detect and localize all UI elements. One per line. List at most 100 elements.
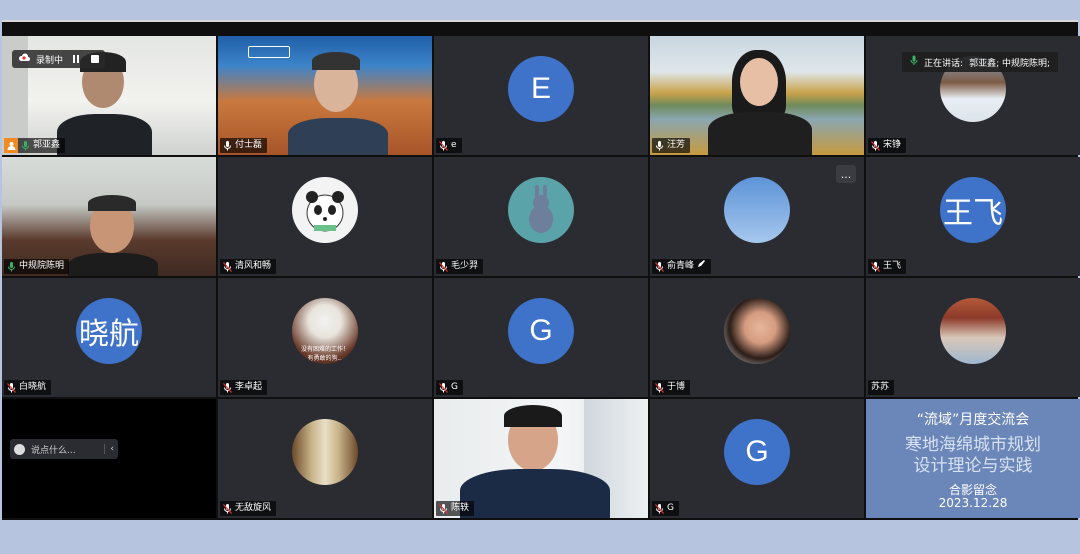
participant-nametag: 白晓航	[4, 380, 52, 395]
emoji-icon[interactable]	[14, 443, 25, 455]
mic-muted-icon	[655, 503, 664, 514]
mic-icon	[7, 261, 16, 272]
participant-nametag: 付士磊	[220, 138, 268, 153]
mic-muted-icon	[655, 261, 664, 272]
cloud-record-icon	[18, 53, 30, 65]
participant-name: 汪芳	[667, 140, 686, 150]
video-tile[interactable]: 清风和畅	[218, 157, 432, 276]
mic-muted-icon	[439, 261, 448, 272]
video-tile[interactable]: G G	[650, 399, 864, 518]
mic-muted-icon	[655, 382, 664, 393]
slide-subtitle: 寒地海绵城市规划 设计理论与实践	[866, 435, 1080, 477]
participant-nametag: 汪芳	[652, 138, 691, 153]
slide-subtitle-line1: 寒地海绵城市规划	[905, 435, 1041, 455]
active-speaker-indicator: 正在讲话: 郭亚鑫; 中规院陈明;	[902, 52, 1058, 72]
video-tile[interactable]: E e	[434, 36, 648, 155]
participant-avatar	[292, 176, 358, 243]
collapse-chevron-icon[interactable]: ‹	[104, 444, 114, 454]
video-tile[interactable]: 苏苏	[866, 278, 1080, 397]
mic-muted-icon	[7, 382, 16, 393]
video-tile[interactable]: 付士磊	[218, 36, 432, 155]
participant-name: 郭亚鑫	[33, 140, 61, 150]
slide-subtitle-line2: 设计理论与实践	[913, 456, 1033, 476]
mic-muted-icon	[871, 140, 880, 151]
mic-muted-icon	[223, 503, 232, 514]
participant-nametag: 毛少羿	[436, 259, 484, 274]
mic-muted-icon	[439, 503, 448, 514]
video-tile[interactable]: G G	[434, 278, 648, 397]
mic-muted-icon	[439, 382, 448, 393]
participant-nametag: 李卓起	[220, 380, 268, 395]
mic-icon	[21, 140, 30, 151]
participant-avatar	[292, 418, 358, 485]
slide-title: “流域”月度交流会	[916, 412, 1030, 428]
mic-muted-icon	[223, 261, 232, 272]
participant-name: 中规院陈明	[19, 261, 65, 271]
participant-name: 无敌旋风	[235, 503, 272, 513]
participant-name: 清风和畅	[235, 261, 272, 271]
mic-muted-icon	[871, 261, 880, 272]
participant-nametag: 宋铮	[868, 138, 907, 153]
participant-nametag: 王飞	[868, 259, 907, 274]
participant-name: 付士磊	[235, 140, 263, 150]
participant-avatar: 王飞	[940, 176, 1006, 243]
video-tile[interactable]: 毛少羿	[434, 157, 648, 276]
participant-nametag: e	[436, 138, 462, 153]
participant-name: 毛少羿	[451, 261, 479, 271]
video-tile[interactable]: ... 俞青峰	[650, 157, 864, 276]
participant-name: e	[451, 140, 457, 150]
chat-input[interactable]: 说点什么... ‹	[10, 439, 118, 459]
more-options-button[interactable]: ...	[836, 165, 856, 183]
video-tile[interactable]: 中规院陈明	[2, 157, 216, 276]
panda-icon	[306, 190, 344, 231]
participant-nametag: 苏苏	[868, 380, 895, 395]
video-tile[interactable]: 没有困难的工作！ 有勇敢的狗... 李卓起	[218, 278, 432, 397]
participant-name: 宋铮	[883, 140, 902, 150]
meeting-window: 录制中 正在讲话: 郭亚鑫; 中规院陈明; 郭亚鑫 付士磊 E e 汪芳 宋铮 …	[2, 20, 1080, 520]
participant-nametag: 郭亚鑫	[4, 138, 66, 153]
speaking-prefix: 正在讲话:	[924, 58, 964, 69]
participant-nametag: 无敌旋风	[220, 501, 277, 516]
participant-name: 陈轶	[451, 503, 470, 513]
pause-record-button[interactable]	[73, 55, 80, 63]
participant-avatar	[724, 176, 790, 243]
participant-nametag: 中规院陈明	[4, 259, 70, 274]
video-tile[interactable]: 陈轶	[434, 399, 648, 518]
participant-name: 苏苏	[871, 382, 890, 392]
participant-avatar	[724, 297, 790, 364]
participant-nametag: G	[652, 501, 679, 516]
participant-nametag: 俞青峰	[652, 259, 712, 274]
mic-active-icon	[910, 55, 918, 69]
edit-name-icon[interactable]	[697, 259, 706, 274]
video-grid: 郭亚鑫 付士磊 E e 汪芳 宋铮 中规院陈明 清风和畅 毛少羿 ... 俞青峰…	[2, 36, 1080, 520]
recording-indicator[interactable]: 录制中	[12, 50, 106, 68]
participant-nametag: 于博	[652, 380, 691, 395]
rabbit-icon	[529, 184, 553, 233]
participant-nametag: 清风和畅	[220, 259, 277, 274]
participant-name: G	[451, 382, 458, 392]
participant-name: 俞青峰	[667, 261, 695, 271]
video-tile[interactable]: 晓航 白晓航	[2, 278, 216, 397]
participant-nametag: 陈轶	[436, 501, 475, 516]
mic-icon	[223, 140, 232, 151]
participant-nametag: G	[436, 380, 463, 395]
participant-name: 白晓航	[19, 382, 47, 392]
mic-muted-icon	[439, 140, 448, 151]
participant-avatar	[508, 176, 574, 243]
participant-avatar: 晓航	[76, 297, 142, 364]
chat-panel: 说点什么... ‹	[2, 399, 216, 518]
event-title-slide: “流域”月度交流会 寒地海绵城市规划 设计理论与实践 合影留念 2023.12.…	[866, 399, 1080, 518]
video-tile[interactable]: 于博	[650, 278, 864, 397]
slide-date: 2023.12.28	[938, 496, 1008, 510]
video-tile[interactable]: 无敌旋风	[218, 399, 432, 518]
participant-avatar: E	[508, 55, 574, 122]
video-tile[interactable]: 王飞 王飞	[866, 157, 1080, 276]
stop-record-button[interactable]	[91, 55, 100, 63]
chat-placeholder: 说点什么...	[31, 445, 76, 456]
recording-label: 录制中	[36, 55, 64, 66]
participant-avatar: G	[724, 418, 790, 485]
speaking-names: 郭亚鑫; 中规院陈明;	[969, 58, 1050, 69]
video-tile[interactable]: 汪芳	[650, 36, 864, 155]
mic-muted-icon	[223, 382, 232, 393]
participant-name: 于博	[667, 382, 686, 392]
